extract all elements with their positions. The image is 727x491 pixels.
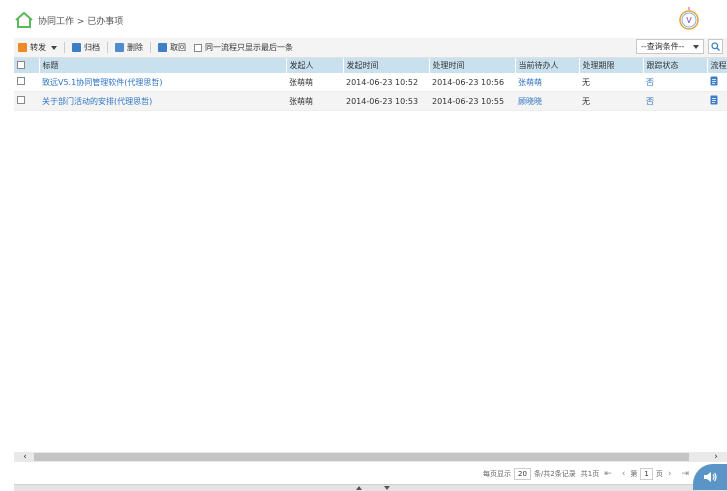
scroll-left-icon[interactable]: ‹ — [20, 452, 30, 462]
breadcrumb-path: 协同工作 > 已办事项 — [38, 16, 124, 27]
row-tracking[interactable]: 否 — [643, 73, 707, 92]
search-icon — [711, 42, 720, 51]
scrollbar-thumb[interactable] — [34, 453, 689, 461]
select-all-cell[interactable] — [14, 58, 40, 73]
pagination: 每页显示 20 条/共2条记录 共1页 ⇤ ‹ 第 1 页 › ⇥ — [483, 468, 689, 480]
retract-button[interactable]: 取回 — [154, 38, 190, 57]
checkbox[interactable] — [194, 43, 202, 52]
row-current-handler[interactable]: 顾晓晓 — [515, 91, 579, 111]
delete-button[interactable]: 删除 — [111, 38, 147, 57]
page-number-input[interactable]: 1 — [640, 468, 653, 480]
row-start-time: 2014-06-23 10:53 — [343, 91, 429, 111]
row-checkbox[interactable] — [17, 96, 25, 104]
archive-icon — [72, 43, 81, 52]
chevron-down-icon — [693, 44, 699, 49]
same-flow-checkbox[interactable]: 同一流程只显示最后一条 — [194, 42, 293, 53]
table-row[interactable]: 致远V5.1协同管理软件(代理思哲) 张萌萌 2014-06-23 10:52 … — [14, 73, 727, 92]
column-header[interactable]: 当前待办人 — [515, 58, 580, 73]
v-badge-logo: V — [677, 6, 701, 32]
svg-text:V: V — [686, 16, 692, 25]
row-sender: 张萌萌 — [286, 73, 343, 92]
archive-button[interactable]: 归档 — [68, 38, 104, 57]
horizontal-scrollbar[interactable]: ‹ › — [14, 452, 727, 462]
toolbar-divider — [64, 42, 65, 53]
toolbar: 转发 归档 删除 取回 同一流程只显示最后一条 --查询条件-- — [14, 38, 727, 58]
row-handle-time: 2014-06-23 10:56 — [429, 73, 515, 92]
column-header[interactable]: 标题 — [39, 58, 287, 73]
row-tracking[interactable]: 否 — [643, 91, 707, 111]
row-title[interactable]: 致远V5.1协同管理软件(代理思哲) — [39, 73, 286, 92]
table-row[interactable]: 关于部门活动的安排(代理思哲) 张萌萌 2014-06-23 10:53 201… — [14, 91, 727, 111]
chevron-down-icon — [51, 45, 57, 50]
column-header[interactable]: 发起人 — [286, 58, 344, 73]
column-header[interactable]: 跟踪状态 — [643, 58, 708, 73]
scroll-right-icon[interactable]: › — [711, 452, 721, 462]
row-deadline: 无 — [579, 73, 643, 92]
forward-icon — [18, 43, 27, 52]
trash-icon — [115, 43, 124, 52]
column-header[interactable]: 处理时间 — [429, 58, 516, 73]
table-header-row: 标题 发起人 发起时间 处理时间 当前待办人 处理期限 跟踪状态 流程日 — [14, 58, 727, 73]
toolbar-divider — [150, 42, 151, 53]
next-page-icon[interactable]: › — [668, 469, 672, 479]
collapse-down-icon[interactable] — [384, 486, 390, 490]
home-icon[interactable] — [14, 11, 34, 29]
speaker-icon — [704, 472, 717, 482]
flow-log-icon[interactable] — [710, 95, 718, 105]
row-deadline: 无 — [579, 91, 643, 111]
row-title[interactable]: 关于部门活动的安排(代理思哲) — [39, 91, 286, 111]
first-page-icon[interactable]: ⇤ — [604, 469, 612, 479]
flow-log-icon[interactable] — [710, 76, 718, 86]
select-all-checkbox[interactable] — [17, 60, 25, 69]
per-page-input[interactable]: 20 — [514, 468, 531, 480]
row-current-handler[interactable]: 张萌萌 — [515, 73, 579, 92]
column-header[interactable]: 发起时间 — [343, 58, 430, 73]
column-header[interactable]: 处理期限 — [579, 58, 644, 73]
row-handle-time: 2014-06-23 10:55 — [429, 91, 515, 111]
row-start-time: 2014-06-23 10:52 — [343, 73, 429, 92]
last-page-icon[interactable]: ⇥ — [681, 469, 689, 479]
breadcrumb: 协同工作 > 已办事项 — [14, 8, 123, 32]
forward-button[interactable]: 转发 — [14, 38, 61, 57]
collapse-up-icon[interactable] — [356, 486, 362, 490]
row-sender: 张萌萌 — [286, 91, 343, 111]
query-condition-select[interactable]: --查询条件-- — [636, 39, 704, 54]
column-header[interactable]: 流程日 — [707, 58, 727, 73]
row-checkbox[interactable] — [17, 77, 25, 85]
done-items-table: 标题 发起人 发起时间 处理时间 当前待办人 处理期限 跟踪状态 流程日 致远V… — [14, 58, 727, 111]
retract-icon — [158, 43, 167, 52]
search-button[interactable] — [708, 39, 723, 54]
toolbar-divider — [107, 42, 108, 53]
prev-page-icon[interactable]: ‹ — [622, 469, 626, 479]
